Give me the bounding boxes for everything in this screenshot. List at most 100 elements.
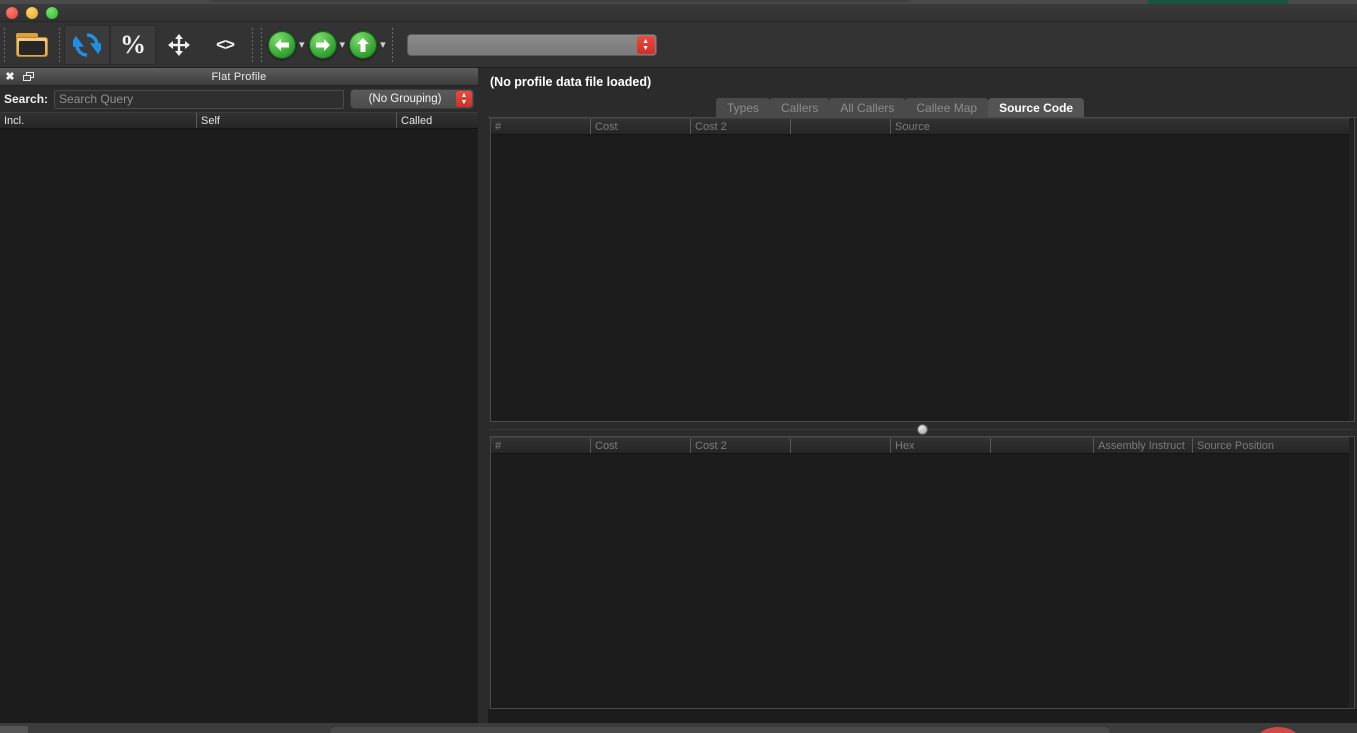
dock-app-icon[interactable]: [1258, 727, 1298, 733]
column-header-label: Cost 2: [695, 120, 727, 133]
flat-profile-title: Flat Profile: [211, 70, 267, 83]
source-pane-scrollbar[interactable]: [1349, 118, 1354, 421]
tab-label: Source Code: [999, 101, 1074, 115]
grouping-combo[interactable]: (No Grouping) ▲ ▼: [350, 89, 474, 109]
dock-tray: [330, 727, 1110, 733]
percent-icon: %: [120, 29, 146, 59]
tab-label: Callee Map: [916, 101, 978, 115]
tab-source-code[interactable]: Source Code: [988, 98, 1085, 118]
flat-profile-dock: ✖ Flat Profile Search: (No Grouping) ▲▼: [0, 68, 478, 727]
tab-all-callers[interactable]: All Callers: [829, 98, 906, 118]
relative-cost-button[interactable]: %: [110, 24, 156, 65]
search-input[interactable]: [54, 89, 344, 109]
combo-stepper-icon[interactable]: ▲ ▼: [636, 35, 655, 54]
column-header-label: #: [495, 439, 502, 452]
search-label: Search:: [4, 92, 49, 106]
detect-cycles-button[interactable]: [156, 25, 202, 65]
tab-label: Callers: [781, 101, 819, 115]
column-header[interactable]: Assembly Instruct: [1094, 438, 1193, 453]
close-icon: ✖: [5, 71, 15, 83]
undock-button[interactable]: [20, 69, 36, 85]
column-header-label: Incl.: [4, 114, 25, 127]
tab-types[interactable]: Types: [716, 98, 771, 118]
right-panel: (No profile data file loaded) Types Calle…: [488, 68, 1357, 727]
assembly-pane-scrollbar[interactable]: [1349, 437, 1354, 708]
code-brackets-icon: <>: [216, 34, 235, 54]
tab-label: Types: [727, 101, 760, 115]
assembly-pane: # Cost Cost 2 Hex Assembly Instruct Source Po…: [490, 436, 1355, 709]
column-header[interactable]: Source: [891, 119, 1351, 134]
back-button[interactable]: ▾: [266, 25, 307, 65]
vertical-splitter[interactable]: [478, 68, 488, 727]
column-header-label: Cost 2: [695, 439, 727, 452]
column-header[interactable]: Cost: [591, 119, 691, 134]
application-window: % <> ▾ ▾ ▾ ▲ ▼ ✖ Flat Profile Search: Se…: [0, 4, 1357, 727]
source-rows[interactable]: [491, 135, 1354, 421]
background-window-edge: [210, 0, 910, 2]
maximize-window-button[interactable]: [46, 7, 58, 19]
sync-icon: [73, 31, 101, 59]
combo-stepper-icon[interactable]: ▲ ▼: [456, 91, 472, 107]
toolbar-separator: [261, 27, 262, 62]
close-window-button[interactable]: [6, 7, 18, 19]
main-content-area: ✖ Flat Profile Search: (No Grouping) ▲▼: [0, 68, 1357, 727]
window-controls: [6, 7, 58, 19]
flat-profile-rows[interactable]: [0, 129, 478, 727]
column-header-label: Cost: [595, 439, 618, 452]
column-header[interactable]: [991, 438, 1094, 453]
splitter-grip[interactable]: [918, 424, 927, 434]
column-header[interactable]: Cost: [591, 438, 691, 453]
column-header[interactable]: Called: [397, 113, 476, 128]
column-header-label: #: [495, 120, 502, 133]
assembly-header-row: # Cost Cost 2 Hex Assembly Instruct Source Po…: [491, 437, 1354, 454]
grouping-combo-value: (No Grouping): [368, 93, 442, 105]
arrow-left-icon: [268, 30, 296, 59]
horizontal-splitter[interactable]: [490, 422, 1355, 436]
column-header-label: Cost: [595, 120, 618, 133]
column-header-label: Called: [401, 114, 433, 127]
toolbar-separator: [252, 27, 253, 62]
event-type-combo[interactable]: ▲ ▼: [406, 33, 657, 56]
column-header[interactable]: Cost 2: [691, 438, 791, 453]
close-dock-button[interactable]: ✖: [2, 69, 18, 85]
column-header-label: Source Position: [1197, 439, 1275, 452]
column-header[interactable]: Hex: [891, 438, 991, 453]
column-header-label: Self: [201, 114, 220, 127]
column-header[interactable]: #: [491, 438, 591, 453]
dock-left-edge: [0, 726, 28, 733]
column-header[interactable]: Self: [197, 113, 397, 128]
reload-button[interactable]: [64, 24, 110, 65]
column-header[interactable]: Source Position: [1193, 438, 1353, 453]
flat-profile-header-row: Incl. Self Called: [0, 112, 478, 129]
tab-label: All Callers: [840, 101, 895, 115]
shorten-templates-button[interactable]: <>: [202, 25, 248, 65]
arrow-right-icon: [308, 30, 337, 59]
tab-callers[interactable]: Callers: [770, 98, 830, 118]
column-header[interactable]: Incl.: [0, 113, 197, 128]
tab-callee-map[interactable]: Callee Map: [905, 98, 989, 118]
minimize-window-button[interactable]: [26, 7, 38, 19]
window-titlebar: [0, 4, 1357, 22]
main-toolbar: % <> ▾ ▾ ▾ ▲ ▼: [0, 22, 1357, 68]
column-header[interactable]: [791, 438, 891, 453]
folder-icon: [16, 32, 48, 57]
column-header[interactable]: #: [491, 119, 591, 134]
undock-icon: [22, 71, 34, 82]
chevron-down-icon[interactable]: ▾: [299, 38, 305, 51]
open-file-button[interactable]: [9, 25, 55, 65]
source-header-row: # Cost Cost 2 Source: [491, 118, 1354, 135]
column-header[interactable]: [791, 119, 891, 134]
forward-button[interactable]: ▾: [307, 25, 348, 65]
toolbar-separator: [391, 27, 393, 62]
assembly-rows[interactable]: [491, 454, 1354, 708]
chevron-down-icon[interactable]: ▾: [380, 38, 386, 51]
column-header-label: Assembly Instruct: [1098, 439, 1185, 452]
os-dock-peek: [0, 723, 1357, 733]
column-header-label: Source: [895, 120, 930, 133]
column-header[interactable]: Cost 2: [691, 119, 791, 134]
source-code-pane: # Cost Cost 2 Source: [490, 118, 1355, 422]
toolbar-separator: [4, 27, 5, 62]
chevron-down-icon[interactable]: ▾: [340, 38, 346, 51]
up-button[interactable]: ▾: [347, 25, 388, 65]
profile-status-label: (No profile data file loaded): [490, 75, 652, 89]
